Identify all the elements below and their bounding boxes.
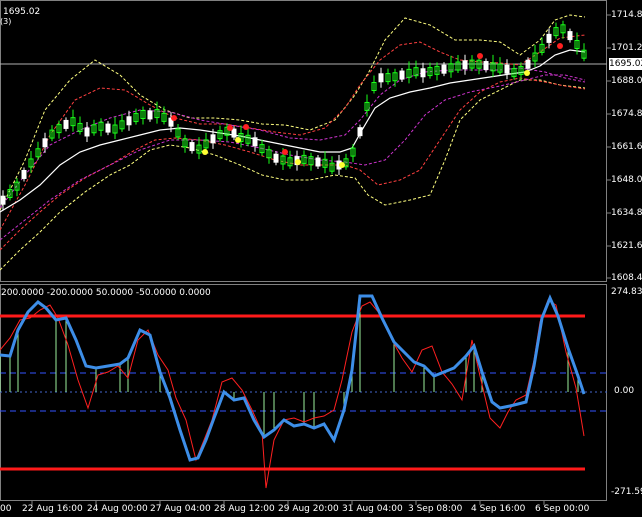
time-tick-5: 29 Aug 20:00 bbox=[278, 504, 339, 514]
price-tick-6: 1648.00 bbox=[611, 175, 642, 185]
signal-marker-yellow bbox=[235, 137, 241, 143]
time-tick-6: 31 Aug 04:00 bbox=[342, 504, 403, 514]
candle-body bbox=[189, 142, 195, 152]
signal-marker-red bbox=[171, 115, 177, 121]
candle-body bbox=[420, 68, 426, 78]
signal-marker-red bbox=[557, 43, 563, 49]
candle-body bbox=[546, 33, 552, 43]
candle-body bbox=[315, 157, 321, 167]
indicator-min-label: -271.599 bbox=[611, 487, 642, 497]
cci-line bbox=[0, 294, 586, 462]
candle-body bbox=[504, 64, 510, 74]
signal-marker-yellow bbox=[295, 159, 301, 165]
indicator-params: 200.0000 -200.0000 50.0000 -50.0000 0.00… bbox=[1, 288, 211, 298]
signal-marker-red bbox=[477, 53, 483, 59]
candle-body bbox=[252, 137, 258, 147]
signal-line bbox=[0, 299, 585, 489]
candle-body bbox=[105, 123, 111, 133]
band-outer-lower bbox=[0, 79, 586, 271]
candle-body bbox=[357, 127, 363, 137]
time-tick-4: 28 Aug 12:00 bbox=[214, 504, 275, 514]
price-tick-4: 1674.80 bbox=[611, 109, 642, 119]
current-price-label: 1695.02 bbox=[609, 58, 642, 70]
time-tick-2: 24 Aug 00:00 bbox=[87, 504, 148, 514]
time-tick-8: 4 Sep 16:00 bbox=[471, 504, 526, 514]
signal-marker-red bbox=[282, 149, 288, 155]
candle-body bbox=[462, 60, 468, 70]
candle-body bbox=[399, 70, 405, 80]
candle-body bbox=[525, 59, 531, 69]
price-tick-1: 1714.80 bbox=[611, 10, 642, 20]
candle-body bbox=[273, 153, 279, 163]
indicator-tag: (3) bbox=[0, 17, 12, 26]
candle-body bbox=[63, 119, 69, 129]
candle-body bbox=[126, 116, 132, 126]
time-tick-1: 22 Aug 16:00 bbox=[22, 504, 83, 514]
time-tick-9: 6 Sep 00:00 bbox=[535, 504, 590, 514]
price-panel-frame bbox=[0, 0, 607, 282]
signal-marker-red bbox=[227, 125, 233, 131]
candle-body bbox=[483, 61, 489, 71]
signal-marker-yellow bbox=[524, 70, 530, 76]
time-tick-0: 00 bbox=[0, 504, 12, 514]
price-tick-9: 1608.40 bbox=[611, 273, 642, 283]
candle-body bbox=[0, 195, 6, 205]
price-tick-8: 1621.60 bbox=[611, 241, 642, 251]
candle-body bbox=[210, 134, 216, 144]
price-tick-7: 1634.80 bbox=[611, 208, 642, 218]
candle-body bbox=[42, 138, 48, 148]
candle-body bbox=[567, 31, 573, 41]
candle-body bbox=[378, 73, 384, 83]
trading-chart[interactable] bbox=[0, 0, 642, 517]
time-tick-3: 27 Aug 04:00 bbox=[150, 504, 211, 514]
candle-body bbox=[84, 127, 90, 137]
band-inner-upper bbox=[0, 67, 586, 209]
price-readout: 1695.02 bbox=[3, 7, 41, 17]
time-tick-7: 3 Sep 08:00 bbox=[408, 504, 463, 514]
signal-marker-yellow bbox=[339, 162, 345, 168]
indicator-max-label: 274.837 bbox=[611, 287, 642, 297]
signal-marker-red bbox=[243, 124, 249, 130]
price-tick-3: 1688.00 bbox=[611, 76, 642, 86]
price-tick-5: 1661.60 bbox=[611, 142, 642, 152]
signal-marker-yellow bbox=[202, 149, 208, 155]
price-tick-2: 1701.20 bbox=[611, 43, 642, 53]
candle-body bbox=[441, 64, 447, 74]
indicator-zero-label: 0.00 bbox=[614, 386, 635, 396]
band-outer-upper bbox=[0, 14, 586, 211]
candle-body bbox=[147, 110, 153, 120]
candle-body bbox=[21, 169, 27, 179]
candle-body bbox=[231, 128, 237, 138]
